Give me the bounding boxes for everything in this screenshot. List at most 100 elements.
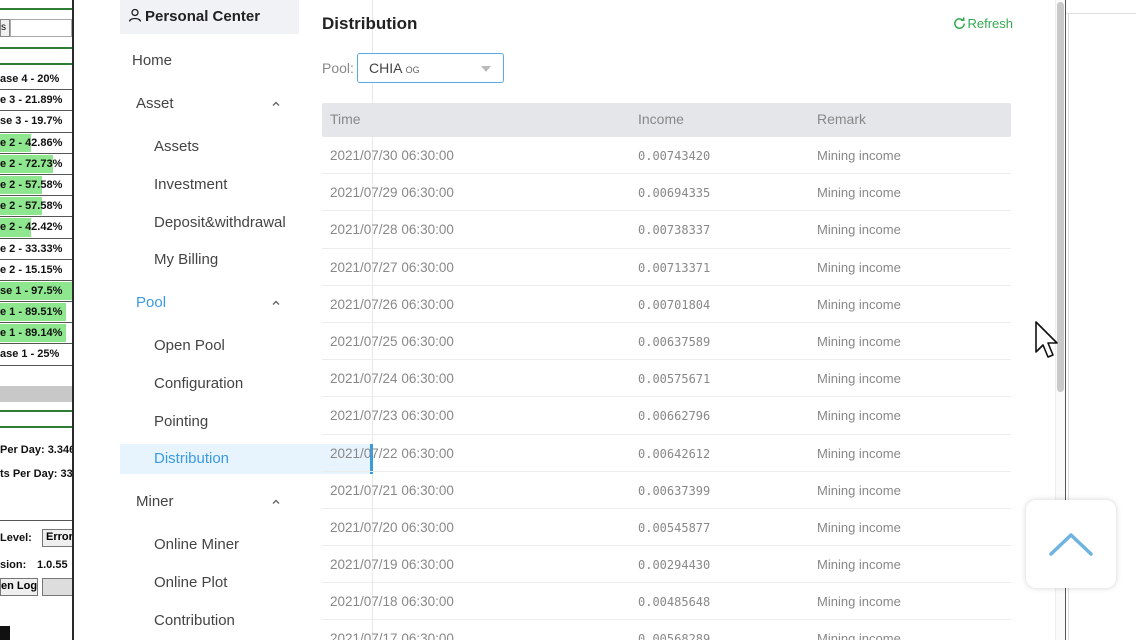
cell-remark: Mining income xyxy=(817,482,901,498)
table-body: 2021/07/30 06:30:00 0.00743420 Mining inco… xyxy=(322,137,1011,640)
per-day-stat: Per Day: 3.346 xyxy=(0,444,74,456)
cell-income: 0.00743420 xyxy=(638,149,711,163)
phase-progress-label: e 1 - 89.51% xyxy=(0,306,63,319)
table-row: 2021/07/19 06:30:00 0.00294430 Mining inco… xyxy=(322,546,1011,584)
refresh-button[interactable]: Refresh xyxy=(952,16,1013,31)
chevron-up-icon[interactable] xyxy=(270,98,282,110)
cell-income: 0.00545877 xyxy=(638,520,711,535)
cell-income: 0.00701804 xyxy=(638,297,711,312)
table-row: 2021/07/25 06:30:00 0.00637589 Mining inco… xyxy=(322,323,1011,361)
phase-progress-label: e 2 - 57.58% xyxy=(0,178,63,191)
phase-progress-item: e 2 - 42.42% xyxy=(0,217,72,239)
phase-progress-item: se 1 - 97.5% xyxy=(0,281,72,303)
pool-label: Pool: xyxy=(322,60,354,76)
cell-income: 0.00568289 xyxy=(638,632,711,640)
level-label: Level: xyxy=(0,532,32,544)
nav-item-pointing[interactable]: Pointing xyxy=(154,413,208,430)
nav-item-contribution[interactable]: Contribution xyxy=(154,612,235,629)
nav-item-assets[interactable]: Assets xyxy=(154,138,199,155)
phase-progress-item: se 3 - 19.7% xyxy=(0,111,72,133)
table-row: 2021/07/21 06:30:00 0.00637399 Mining inco… xyxy=(322,472,1011,509)
nav-item-online-plot[interactable]: Online Plot xyxy=(154,574,227,591)
pool-value-suffix: OG xyxy=(405,65,420,75)
open-log-button[interactable]: en Log xyxy=(0,578,38,596)
phase-progress-label: e 2 - 15.15% xyxy=(0,263,63,276)
phase-progress-item: e 3 - 21.89% xyxy=(0,90,72,112)
column-header-income: Income xyxy=(638,111,684,127)
phase-progress-item: e 2 - 72.73% xyxy=(0,154,72,175)
cell-remark: Mining income xyxy=(817,371,901,387)
background-tab[interactable]: s xyxy=(0,19,10,37)
phase-progress-item: e 2 - 33.33% xyxy=(0,239,72,260)
back-to-top-button[interactable] xyxy=(1026,500,1116,588)
phase-progress-item: e 2 - 15.15% xyxy=(0,260,72,281)
cell-remark: Mining income xyxy=(817,557,901,573)
phase-progress-label: e 3 - 21.89% xyxy=(0,94,63,107)
cell-remark: Mining income xyxy=(817,185,901,201)
per-day-stat: ts Per Day: 33 xyxy=(0,468,73,480)
personal-center-title: Personal Center xyxy=(145,8,261,25)
level-select[interactable]: Error xyxy=(42,529,73,547)
cell-time: 2021/07/24 06:30:00 xyxy=(330,371,454,387)
cell-time: 2021/07/17 06:30:00 xyxy=(330,631,454,640)
distribution-table: Time Income Remark 2021/07/30 06:30:00 0.… xyxy=(322,103,1011,640)
personal-center-header: Personal Center xyxy=(120,0,299,34)
divider xyxy=(0,520,72,521)
cell-time: 2021/07/23 06:30:00 xyxy=(330,408,454,424)
divider xyxy=(0,8,72,10)
cell-time: 2021/07/27 06:30:00 xyxy=(330,259,454,275)
phase-progress-label: se 3 - 19.7% xyxy=(0,115,63,128)
nav-group-miner[interactable]: Miner xyxy=(136,493,174,510)
nav-item-investment[interactable]: Investment xyxy=(154,176,227,193)
nav-item-distribution[interactable]: Distribution xyxy=(154,450,229,467)
divider xyxy=(0,426,72,428)
cell-income: 0.00642612 xyxy=(638,446,711,461)
back-to-top-icon xyxy=(1049,533,1093,556)
phase-progress-label: e 2 - 33.33% xyxy=(0,242,63,255)
cell-time: 2021/07/26 06:30:00 xyxy=(330,296,454,312)
table-row: 2021/07/18 06:30:00 0.00485648 Mining inco… xyxy=(322,583,1011,621)
table-row: 2021/07/27 06:30:00 0.00713371 Mining inco… xyxy=(322,249,1011,286)
table-row: 2021/07/26 06:30:00 0.00701804 Mining inco… xyxy=(322,286,1011,323)
chevron-up-icon[interactable] xyxy=(270,496,282,508)
cell-income: 0.00485648 xyxy=(638,595,711,610)
nav-item-deposit-withdrawal[interactable]: Deposit&withdrawal xyxy=(154,214,286,231)
phase-progress-item: e 2 - 42.86% xyxy=(0,133,72,154)
cell-income: 0.00637589 xyxy=(638,334,711,349)
background-textbox[interactable] xyxy=(10,19,72,37)
table-row: 2021/07/28 06:30:00 0.00738337 Mining inco… xyxy=(322,211,1011,249)
cell-remark: Mining income xyxy=(817,222,901,238)
level-select-value: Error xyxy=(46,531,73,543)
nav-item-configuration[interactable]: Configuration xyxy=(154,375,243,392)
phase-progress-item: e 2 - 57.58% xyxy=(0,175,72,197)
nav-item-my-billing[interactable]: My Billing xyxy=(154,251,218,268)
phase-progress-item: ase 4 - 20% xyxy=(0,69,72,91)
phase-progress-label: e 1 - 89.14% xyxy=(0,327,63,340)
nav-item-open-pool[interactable]: Open Pool xyxy=(154,337,225,354)
main-content: Distribution Refresh Pool: CHIA OG Time … xyxy=(322,0,1013,640)
cell-time: 2021/07/21 06:30:00 xyxy=(330,482,454,498)
chevron-up-icon[interactable] xyxy=(270,297,282,309)
cell-remark: Mining income xyxy=(817,296,901,312)
phase-progress-item: e 1 - 89.51% xyxy=(0,302,72,324)
divider xyxy=(0,63,72,65)
table-row: 2021/07/24 06:30:00 0.00575671 Mining inco… xyxy=(322,360,1011,398)
cell-remark: Mining income xyxy=(817,594,901,610)
table-row: 2021/07/30 06:30:00 0.00743420 Mining inco… xyxy=(322,137,1011,175)
cell-remark: Mining income xyxy=(817,631,901,640)
phase-progress-label: ase 4 - 20% xyxy=(0,73,60,85)
chevron-down-icon[interactable] xyxy=(481,66,491,72)
phase-progress-label: e 2 - 42.86% xyxy=(0,136,63,149)
nav-item-online-miner[interactable]: Online Miner xyxy=(154,536,239,553)
background-button[interactable] xyxy=(42,578,72,596)
phase-progress-label: e 2 - 57.58% xyxy=(0,200,63,213)
refresh-icon xyxy=(954,17,966,29)
version-label: sion: xyxy=(0,559,27,571)
nav-home[interactable]: Home xyxy=(132,52,172,69)
phase-progress-item: ase 1 - 25% xyxy=(0,344,72,366)
cell-time: 2021/07/25 06:30:00 xyxy=(330,333,454,349)
nav-group-asset[interactable]: Asset xyxy=(136,95,174,112)
pool-select[interactable]: CHIA OG xyxy=(357,53,504,83)
pool-select-value: CHIA OG xyxy=(369,60,420,76)
nav-group-pool[interactable]: Pool xyxy=(136,294,166,311)
